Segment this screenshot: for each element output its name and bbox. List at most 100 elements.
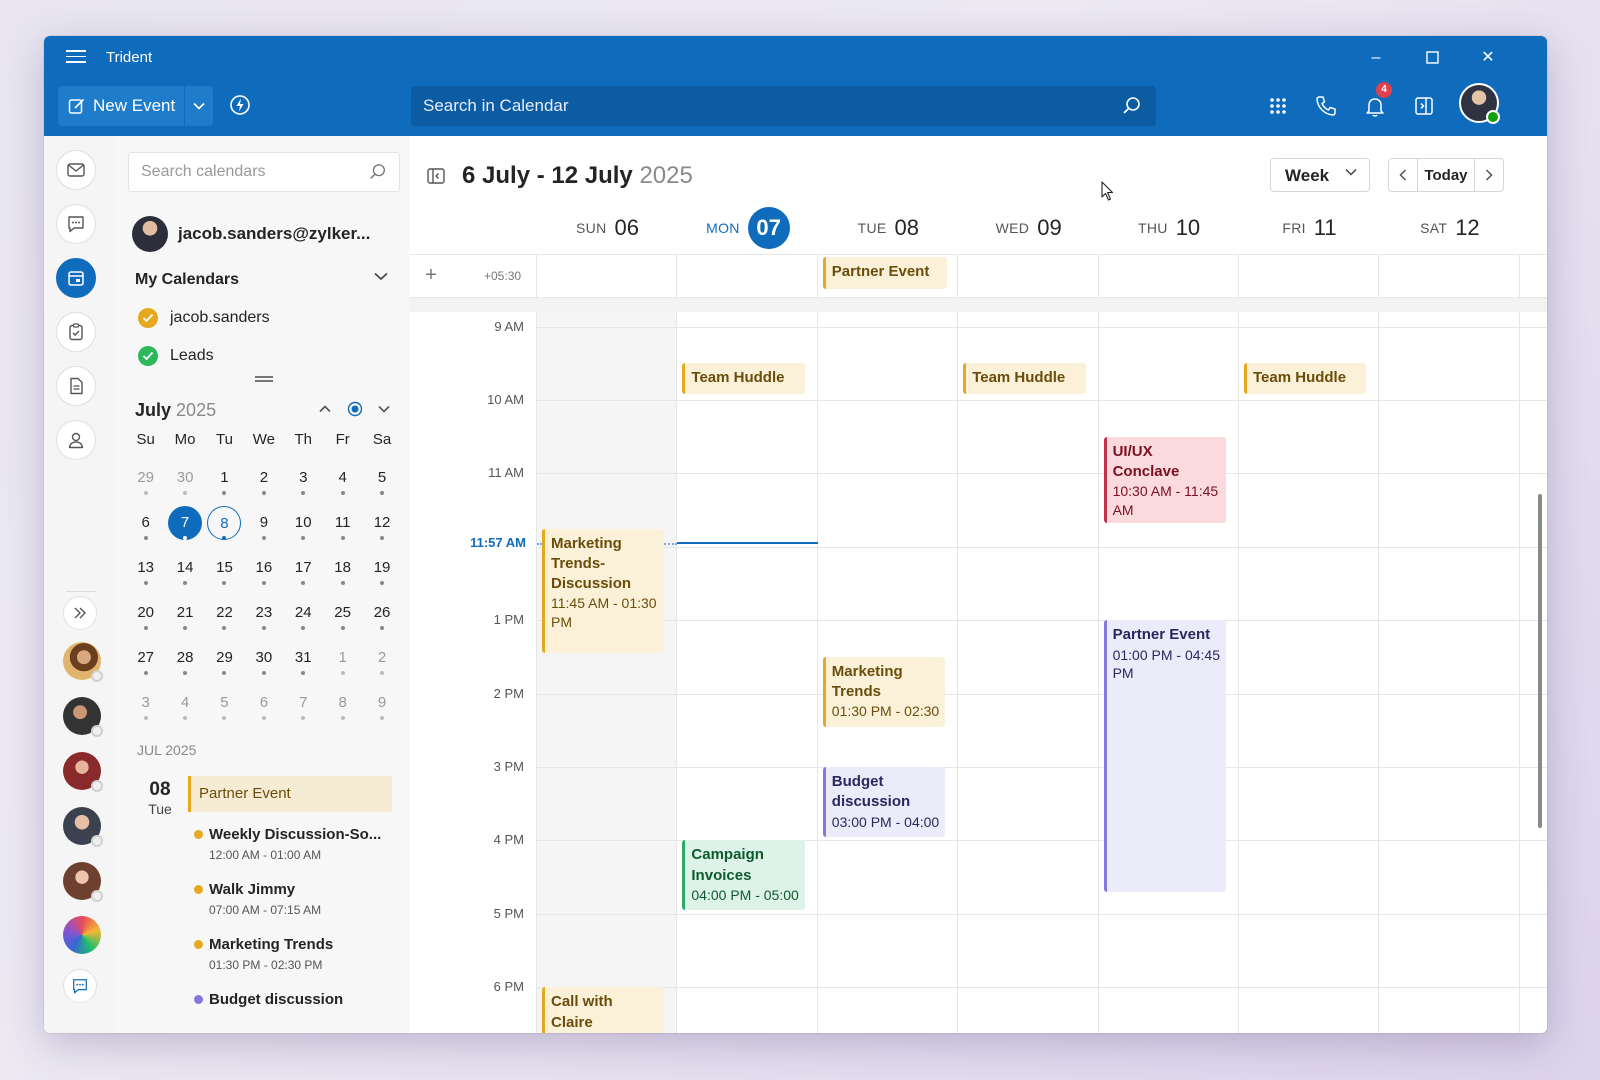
checkbox-checked-icon[interactable]	[138, 346, 158, 366]
next-month-button[interactable]	[373, 398, 395, 420]
mini-calendar-day[interactable]: 19	[362, 551, 401, 596]
calendar-event[interactable]: UI/UX Conclave 10:30 AM - 11:45 AM	[1103, 436, 1226, 524]
search-icon[interactable]	[1122, 96, 1142, 116]
today-button[interactable]: Today	[1417, 159, 1475, 191]
calendar-event[interactable]: Campaign Invoices 04:00 PM - 05:00	[682, 840, 805, 911]
mini-calendar-day[interactable]: 23	[244, 596, 283, 641]
previous-month-button[interactable]	[314, 398, 336, 420]
chevron-down-icon[interactable]	[374, 272, 388, 281]
contact-avatar[interactable]	[63, 807, 103, 847]
phone-icon[interactable]	[1314, 94, 1338, 118]
user-avatar[interactable]	[1459, 83, 1500, 124]
contact-avatar[interactable]	[63, 752, 103, 792]
agenda-item[interactable]: Weekly Discussion-So... 12:00 AM - 01:00…	[194, 826, 394, 862]
mini-calendar-day[interactable]: 15	[205, 551, 244, 596]
calendar-event[interactable]: Call with Claire06:00 PM - 07:00	[542, 987, 665, 1033]
grid-scrollbar[interactable]	[1538, 494, 1542, 828]
calendar-search-input[interactable]: Search in Calendar	[411, 86, 1156, 126]
calendar-item-jacob[interactable]: jacob.sanders	[138, 307, 270, 329]
mini-calendar-day[interactable]: 27	[126, 641, 165, 686]
mini-calendar-day[interactable]: 6	[244, 686, 283, 731]
mail-rail-button[interactable]	[56, 150, 96, 190]
contact-avatar[interactable]	[63, 697, 103, 737]
checkbox-checked-icon[interactable]	[138, 308, 158, 328]
day-header[interactable]: TUE 08	[818, 206, 959, 250]
agenda-item[interactable]: Walk Jimmy 07:00 AM - 07:15 AM	[194, 881, 394, 917]
mini-calendar-day[interactable]: 28	[165, 641, 204, 686]
chat-rail-button[interactable]	[56, 204, 96, 244]
mini-calendar-day[interactable]: 26	[362, 596, 401, 641]
mini-calendar-day[interactable]: 4	[165, 686, 204, 731]
my-calendars-heading[interactable]: My Calendars	[135, 271, 239, 289]
calendar-rail-button[interactable]	[56, 258, 96, 298]
mini-calendar-day[interactable]: 22	[205, 596, 244, 641]
calendar-event[interactable]: Marketing Trends 01:30 PM - 02:30	[822, 656, 946, 727]
side-panel-icon[interactable]	[1412, 94, 1436, 118]
hamburger-menu-icon[interactable]	[66, 50, 86, 66]
mini-calendar-day[interactable]: 30	[244, 641, 283, 686]
day-header[interactable]: WED 09	[958, 206, 1099, 250]
mini-calendar-day[interactable]: 3	[284, 461, 323, 506]
view-selector[interactable]: Week	[1270, 158, 1370, 192]
mini-calendar-title[interactable]: July 2025	[135, 400, 216, 421]
collapse-sidebar-icon[interactable]	[426, 166, 446, 186]
agenda-allday-event[interactable]: Partner Event	[188, 776, 392, 812]
mini-calendar-day[interactable]: 7	[284, 686, 323, 731]
mini-calendar-day[interactable]: 1	[323, 641, 362, 686]
minimize-icon[interactable]: –	[1364, 46, 1388, 70]
previous-week-button[interactable]	[1389, 159, 1417, 191]
mini-calendar-day[interactable]: 5	[362, 461, 401, 506]
mini-calendar-day[interactable]: 12	[362, 506, 401, 551]
quick-actions-bolt-icon[interactable]	[229, 94, 251, 116]
contact-avatar[interactable]	[63, 862, 103, 902]
calendar-search-field[interactable]: Search calendars	[128, 152, 400, 192]
mini-calendar-day[interactable]: 2	[362, 641, 401, 686]
notes-rail-button[interactable]	[56, 366, 96, 406]
allday-event[interactable]: Partner Event	[822, 257, 948, 289]
contacts-rail-button[interactable]	[56, 420, 96, 460]
mini-calendar-day[interactable]: 5	[205, 686, 244, 731]
mini-calendar-day[interactable]: 29	[126, 461, 165, 506]
contact-avatar[interactable]	[63, 642, 103, 682]
account-email[interactable]: jacob.sanders@zylker...	[178, 224, 370, 244]
mini-calendar-day[interactable]: 9	[244, 506, 283, 551]
maximize-icon[interactable]	[1420, 46, 1444, 70]
new-event-button[interactable]: New Event	[58, 86, 184, 126]
mini-calendar-day[interactable]: 8	[323, 686, 362, 731]
mini-calendar-day[interactable]: 21	[165, 596, 204, 641]
mini-calendar-day[interactable]: 6	[126, 506, 165, 551]
mini-calendar-day[interactable]: 3	[126, 686, 165, 731]
go-to-today-button[interactable]	[344, 398, 366, 420]
mini-calendar-day[interactable]: 11	[323, 506, 362, 551]
resize-handle[interactable]	[255, 376, 273, 382]
calendar-event[interactable]: Partner Event 01:00 PM - 04:45 PM	[1103, 620, 1226, 892]
calendar-event[interactable]: Team Huddle	[682, 363, 805, 395]
calendar-item-leads[interactable]: Leads	[138, 345, 214, 367]
calendar-event[interactable]: Budget discussion 03:00 PM - 04:00	[822, 767, 946, 837]
mini-calendar-day[interactable]: 18	[323, 551, 362, 596]
mini-calendar-day[interactable]: 16	[244, 551, 283, 596]
day-header[interactable]: FRI 11	[1239, 206, 1380, 250]
calendar-event[interactable]: Marketing Trends-Discussion 11:45 AM - 01…	[542, 528, 665, 654]
next-week-button[interactable]	[1475, 159, 1503, 191]
mini-calendar-day[interactable]: 14	[165, 551, 204, 596]
mini-calendar-day[interactable]: 20	[126, 596, 165, 641]
mini-calendar-day[interactable]: 31	[284, 641, 323, 686]
day-header[interactable]: SAT 12	[1379, 206, 1520, 250]
apps-grid-icon[interactable]	[1266, 94, 1290, 118]
agenda-item[interactable]: Budget discussion	[194, 991, 394, 1008]
tasks-rail-button[interactable]	[56, 312, 96, 352]
mini-calendar-day[interactable]: 4	[323, 461, 362, 506]
day-header[interactable]: MON 07	[677, 206, 818, 250]
group-avatar[interactable]	[63, 916, 101, 954]
add-allday-event-icon[interactable]: +	[422, 265, 440, 285]
mini-calendar-day[interactable]: 9	[362, 686, 401, 731]
calendar-event[interactable]: Team Huddle	[963, 363, 1086, 395]
mini-calendar-day[interactable]: 30	[165, 461, 204, 506]
new-event-dropdown[interactable]	[185, 86, 213, 126]
mini-calendar-day[interactable]: 2	[244, 461, 283, 506]
mini-calendar-day[interactable]: 8	[205, 506, 244, 551]
mini-calendar-day[interactable]: 13	[126, 551, 165, 596]
mini-calendar-day[interactable]: 24	[284, 596, 323, 641]
expand-rail-button[interactable]	[63, 596, 97, 630]
